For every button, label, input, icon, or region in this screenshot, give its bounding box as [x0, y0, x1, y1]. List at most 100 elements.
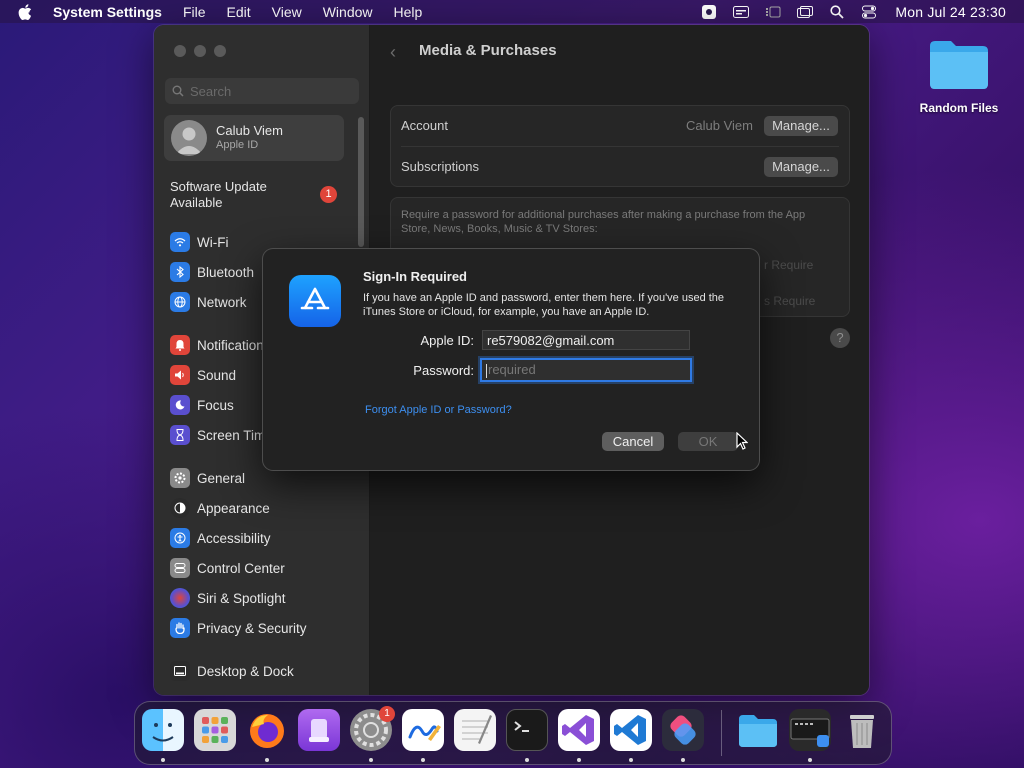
sidebar-item-desktop-dock[interactable]: Desktop & Dock — [170, 660, 294, 682]
sidebar-item-label: Appearance — [197, 500, 270, 516]
textedit-icon[interactable] — [454, 709, 496, 751]
sidebar-item-siri-spotlight[interactable]: Siri & Spotlight — [170, 587, 286, 609]
sidebar-item-appearance[interactable]: Appearance — [170, 497, 270, 519]
sidebar-account-item[interactable]: Calub Viem Apple ID — [164, 115, 344, 161]
software-update-item[interactable]: Software Update Available — [170, 179, 320, 211]
dialog-message: If you have an Apple ID and password, en… — [363, 292, 725, 318]
app-store-icon — [289, 275, 341, 327]
require-password-text: Require a password for additional purcha… — [401, 209, 806, 235]
password-field[interactable]: required — [480, 358, 692, 382]
window-controls — [174, 45, 234, 57]
desktop-folder-random-files[interactable]: Random Files — [918, 38, 1000, 115]
folder-icon — [928, 41, 990, 94]
minimize-button[interactable] — [194, 45, 206, 57]
sidebar-item-label: Accessibility — [197, 530, 271, 546]
wifi-icon — [170, 232, 190, 252]
terminal-icon[interactable] — [506, 709, 548, 751]
podcasts-icon[interactable] — [298, 709, 340, 751]
keyboard-input-icon[interactable] — [733, 5, 750, 19]
menu-window[interactable]: Window — [323, 4, 373, 20]
status-gear-icon[interactable] — [701, 4, 717, 19]
menu-view[interactable]: View — [272, 4, 302, 20]
accessibility-icon — [170, 528, 190, 548]
password-label: Password: — [413, 363, 474, 378]
downloads-folder-icon[interactable] — [737, 709, 779, 751]
menu-bar-clock[interactable]: Mon Jul 24 23:30 — [895, 4, 1006, 20]
zoom-button[interactable] — [214, 45, 226, 57]
manage-subscriptions-button[interactable]: Manage... — [764, 157, 838, 177]
sidebar-item-label: Network — [197, 294, 247, 310]
account-subtitle: Apple ID — [216, 139, 259, 151]
vscode-icon[interactable] — [610, 709, 652, 751]
dialog-title: Sign-In Required — [363, 269, 467, 284]
freeform-icon[interactable] — [402, 709, 444, 751]
settings-running-dot — [369, 758, 373, 762]
shortcuts-running-dot — [681, 758, 685, 762]
sidebar-scrollbar[interactable] — [358, 117, 364, 247]
trash-icon[interactable] — [841, 709, 883, 751]
sidebar-item-accessibility[interactable]: Accessibility — [170, 527, 271, 549]
bell-icon — [170, 335, 190, 355]
menu-file[interactable]: File — [183, 4, 206, 20]
close-button[interactable] — [174, 45, 186, 57]
sidebar-item-general[interactable]: General — [170, 467, 245, 489]
finder-running-dot — [161, 758, 165, 762]
mouse-pointer-icon — [736, 431, 749, 455]
firefox-running-dot — [265, 758, 269, 762]
hourglass-icon — [170, 425, 190, 445]
manage-account-button[interactable]: Manage... — [764, 116, 838, 136]
moon-icon — [170, 395, 190, 415]
free-download-setting-dropdown[interactable]: s Require — [764, 294, 815, 308]
sidebar-item-label: Screen Time — [197, 427, 273, 443]
folder-label: Random Files — [919, 101, 999, 115]
divider — [401, 146, 839, 147]
account-name: Calub Viem — [216, 123, 283, 138]
sidebar-item-screen-time[interactable]: Screen Time — [170, 424, 273, 446]
sidebar-item-bluetooth[interactable]: Bluetooth — [170, 261, 254, 283]
sidebar-item-label: Siri & Spotlight — [197, 590, 286, 606]
sidebar-item-wifi[interactable]: Wi-Fi — [170, 231, 228, 253]
display-icon[interactable] — [797, 5, 814, 19]
cancel-button[interactable]: Cancel — [602, 432, 664, 451]
app-name-menu[interactable]: System Settings — [53, 4, 162, 20]
text-caret — [486, 363, 487, 378]
help-button[interactable]: ? — [830, 328, 850, 348]
speaker-icon — [170, 365, 190, 385]
sidebar-item-label: Notifications — [197, 337, 271, 353]
account-label: Account — [401, 118, 448, 133]
sidebar-item-notifications[interactable]: Notifications — [170, 334, 271, 356]
sidebar-item-label: Sound — [197, 367, 237, 383]
sidebar-item-network[interactable]: Network — [170, 291, 247, 313]
control-center-icon[interactable] — [861, 5, 877, 19]
sidebar-item-control-center[interactable]: Control Center — [170, 557, 285, 579]
purchase-setting-dropdown[interactable]: r Require — [764, 258, 813, 272]
visual-studio-icon[interactable] — [558, 709, 600, 751]
siri-icon — [170, 588, 190, 608]
screen-sharing-icon[interactable] — [789, 709, 831, 751]
back-chevron-icon[interactable]: ‹ — [390, 42, 396, 63]
dock: 1 — [134, 701, 892, 765]
sidebar-item-focus[interactable]: Focus — [170, 394, 234, 416]
sidebar-item-label: Wi-Fi — [197, 234, 229, 250]
sidebar-item-label: General — [197, 470, 246, 486]
sidebar-item-privacy-security[interactable]: Privacy & Security — [170, 617, 307, 639]
menu-edit[interactable]: Edit — [227, 4, 251, 20]
dock-icon — [170, 661, 190, 681]
password-placeholder: required — [488, 362, 536, 377]
subscriptions-label: Subscriptions — [401, 159, 480, 174]
ok-button[interactable]: OK — [678, 432, 738, 451]
forgot-apple-id-link[interactable]: Forgot Apple ID or Password? — [365, 404, 512, 416]
shortcuts-icon[interactable] — [662, 709, 704, 751]
menu-help[interactable]: Help — [394, 4, 423, 20]
finder-icon[interactable] — [142, 709, 184, 751]
apple-id-label: Apple ID: — [420, 333, 474, 348]
control-center-icon — [170, 558, 190, 578]
firefox-icon[interactable] — [246, 709, 288, 751]
launchpad-icon[interactable] — [194, 709, 236, 751]
apple-id-field[interactable]: re579082@gmail.com — [482, 330, 690, 350]
spotlight-search-icon[interactable] — [829, 4, 845, 19]
apple-menu-icon[interactable] — [18, 3, 34, 20]
sidebar-item-sound[interactable]: Sound — [170, 364, 236, 386]
sidebar-search-field[interactable]: Search — [165, 78, 359, 104]
stage-manager-icon[interactable] — [765, 5, 781, 19]
